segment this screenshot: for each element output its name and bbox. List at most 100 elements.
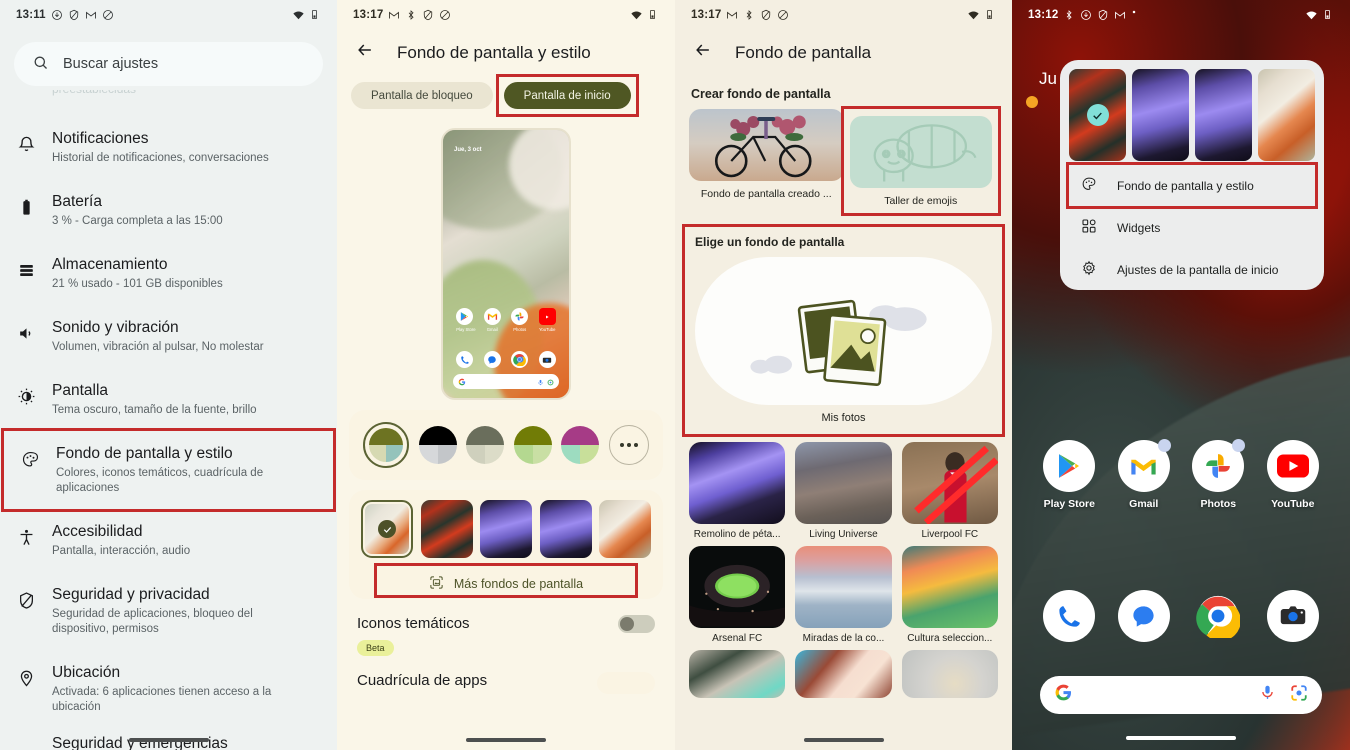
wifi-icon [967, 9, 979, 21]
color-swatch-row [359, 422, 653, 468]
color-swatch-green[interactable] [513, 426, 552, 464]
widgets-icon [1081, 218, 1097, 237]
bluetooth-icon [1063, 9, 1075, 21]
nav-gesture-pill[interactable] [1126, 736, 1236, 740]
sidebar-item-fondo-de-pantalla-y-estilo[interactable]: Fondo de pantalla y estilo Colores, icon… [1, 428, 336, 512]
play-store-icon [1043, 440, 1096, 492]
home-app-youtube[interactable]: YouTube [1265, 440, 1321, 510]
emoji-workshop-label: Taller de emojis [884, 195, 958, 207]
bell-icon [0, 129, 52, 154]
wallpaper-living-universe[interactable]: Living Universe [795, 442, 892, 540]
download-icon [1080, 9, 1092, 21]
home-search-bar[interactable] [1040, 676, 1322, 714]
wallpaper-thumb-orange-abstract[interactable] [599, 500, 651, 558]
item-title: Seguridad y emergencias [52, 735, 228, 750]
camera-icon [538, 351, 556, 368]
wallpaper-liverpool-fc[interactable]: Liverpool FC [901, 442, 998, 540]
color-swatch-pink[interactable] [561, 426, 600, 464]
themed-icons-toggle[interactable] [618, 615, 655, 633]
gmail-icon [85, 9, 97, 21]
wallpaper-arsenal-fc[interactable]: Arsenal FC [689, 546, 786, 644]
emergency-icon [0, 734, 52, 740]
messages-icon[interactable] [1117, 590, 1170, 642]
item-subtitle: 21 % usado - 101 GB disponibles [52, 278, 223, 290]
back-arrow-icon[interactable] [355, 40, 375, 65]
search-placeholder: Buscar ajustes [63, 56, 159, 72]
tab-label: Pantalla de inicio [523, 89, 611, 102]
popup-item-ajustes-de-la-pantalla-de-inicio[interactable]: Ajustes de la pantalla de inicio [1069, 249, 1315, 290]
item-subtitle: 3 % - Carga completa a las 15:00 [52, 215, 223, 227]
emoji-workshop-card[interactable]: Taller de emojis [840, 106, 1001, 216]
wallpaper-remolino-de-petalos[interactable]: Remolino de péta... [689, 442, 786, 540]
phone-icon[interactable] [1043, 590, 1096, 642]
themed-icons-row[interactable]: Iconos temáticos Beta [337, 599, 675, 656]
wallpaper-thumb-purple-petals-1[interactable] [480, 500, 532, 558]
ai-wallpaper-card[interactable]: Fondo de pantalla creado ... [689, 109, 844, 200]
sidebar-item-accesibilidad[interactable]: Accesibilidad Pantalla, interacción, aud… [0, 509, 337, 572]
wallpaper-thumb-abstract-selected[interactable] [361, 500, 413, 558]
popup-item-widgets[interactable]: Widgets [1069, 207, 1315, 248]
app-grid-value-pill[interactable] [597, 672, 655, 694]
mic-icon[interactable] [1259, 684, 1276, 706]
back-arrow-icon[interactable] [693, 40, 713, 65]
wallpaper-thumb-red-leaves[interactable] [420, 500, 473, 558]
my-photos-label: Mis fotos [821, 412, 866, 424]
item-subtitle: Volumen, vibración al pulsar, No molesta… [52, 341, 264, 353]
thumb [901, 442, 998, 524]
wallpaper-miradas-de-la-costa[interactable]: Miradas de la co... [795, 546, 892, 644]
check-icon [378, 520, 396, 538]
color-swatch-grey[interactable] [466, 426, 505, 464]
wallpaper-row3-1[interactable] [689, 650, 786, 698]
more-wallpapers-button[interactable]: Más fondos de pantalla [377, 566, 635, 595]
sidebar-item-seguridad-y-privacidad[interactable]: Seguridad y privacidad Seguridad de apli… [0, 572, 337, 650]
app-grid-row[interactable]: Cuadrícula de apps [337, 656, 675, 694]
wallpaper-row3-3[interactable] [901, 650, 998, 698]
nav-gesture-pill[interactable] [128, 738, 209, 742]
google-g-icon [458, 373, 466, 391]
popup-thumb-purple-2[interactable] [1195, 69, 1252, 161]
dot [633, 443, 638, 447]
item-subtitle: Activada: 6 aplicaciones tienen acceso a… [52, 686, 272, 713]
sidebar-item-notificaciones[interactable]: Notificaciones Historial de notificacion… [0, 116, 337, 179]
home-app-play-store[interactable]: Play Store [1041, 440, 1097, 510]
status-bar-home: 13:12 [1012, 0, 1350, 30]
popup-thumb-orange[interactable] [1258, 69, 1315, 161]
thumb [795, 650, 892, 698]
sidebar-item-bateria[interactable]: Batería 3 % - Carga completa a las 15:00 [0, 179, 337, 242]
preview-dock-messages [483, 351, 501, 368]
create-section-title: Crear fondo de pantalla [691, 87, 831, 101]
thumb [689, 442, 786, 524]
popup-item-fondo-de-pantalla-y-estilo[interactable]: Fondo de pantalla y estilo [1066, 162, 1318, 209]
sidebar-item-sonido-y-vibracion[interactable]: Sonido y vibración Volumen, vibración al… [0, 305, 337, 368]
search-input[interactable]: Buscar ajustes [14, 42, 323, 86]
gmail-icon [388, 9, 400, 21]
more-colors-button[interactable] [608, 425, 649, 465]
chrome-icon[interactable] [1192, 590, 1244, 642]
popup-thumb-red-leaves[interactable] [1069, 69, 1126, 161]
thumb [689, 546, 786, 628]
color-swatch-black[interactable] [418, 426, 457, 464]
my-photos-card[interactable] [695, 257, 992, 405]
wallpaper-cultura-seleccionada[interactable]: Cultura seleccion... [901, 546, 998, 644]
sidebar-item-pantalla[interactable]: Pantalla Tema oscuro, tamaño de la fuent… [0, 368, 337, 431]
battery-icon [647, 9, 659, 21]
home-app-photos[interactable]: Photos [1190, 439, 1246, 510]
lens-icon[interactable] [1290, 684, 1308, 707]
home-app-gmail[interactable]: Gmail [1116, 439, 1172, 510]
sidebar-item-almacenamiento[interactable]: Almacenamiento 21 % usado - 101 GB dispo… [0, 242, 337, 305]
home-screen-preview[interactable]: Jue, 3 oct Play Store Gmail Photos YouTu… [441, 128, 571, 400]
tab-pantalla-de-bloqueo[interactable]: Pantalla de bloqueo [351, 82, 493, 109]
nav-gesture-pill[interactable] [466, 738, 546, 742]
status-bar-wallpaper-picker: 13:17 [675, 0, 1012, 30]
wallpaper-row3-2[interactable] [795, 650, 892, 698]
tab-pantalla-de-inicio[interactable]: Pantalla de inicio [503, 82, 631, 109]
wallpaper-thumb-purple-petals-2[interactable] [539, 500, 592, 558]
sidebar-item-ubicacion[interactable]: Ubicación Activada: 6 aplicaciones tiene… [0, 650, 337, 728]
color-swatch-olive-selected[interactable] [363, 422, 409, 468]
item-subtitle: Historial de notificaciones, conversacio… [52, 152, 269, 164]
nav-gesture-pill[interactable] [803, 738, 884, 742]
item-subtitle: Seguridad de aplicaciones, bloqueo del d… [52, 608, 253, 635]
popup-thumb-purple-1[interactable] [1132, 69, 1189, 161]
camera-icon[interactable] [1266, 590, 1319, 642]
photos-icon [1192, 439, 1246, 492]
